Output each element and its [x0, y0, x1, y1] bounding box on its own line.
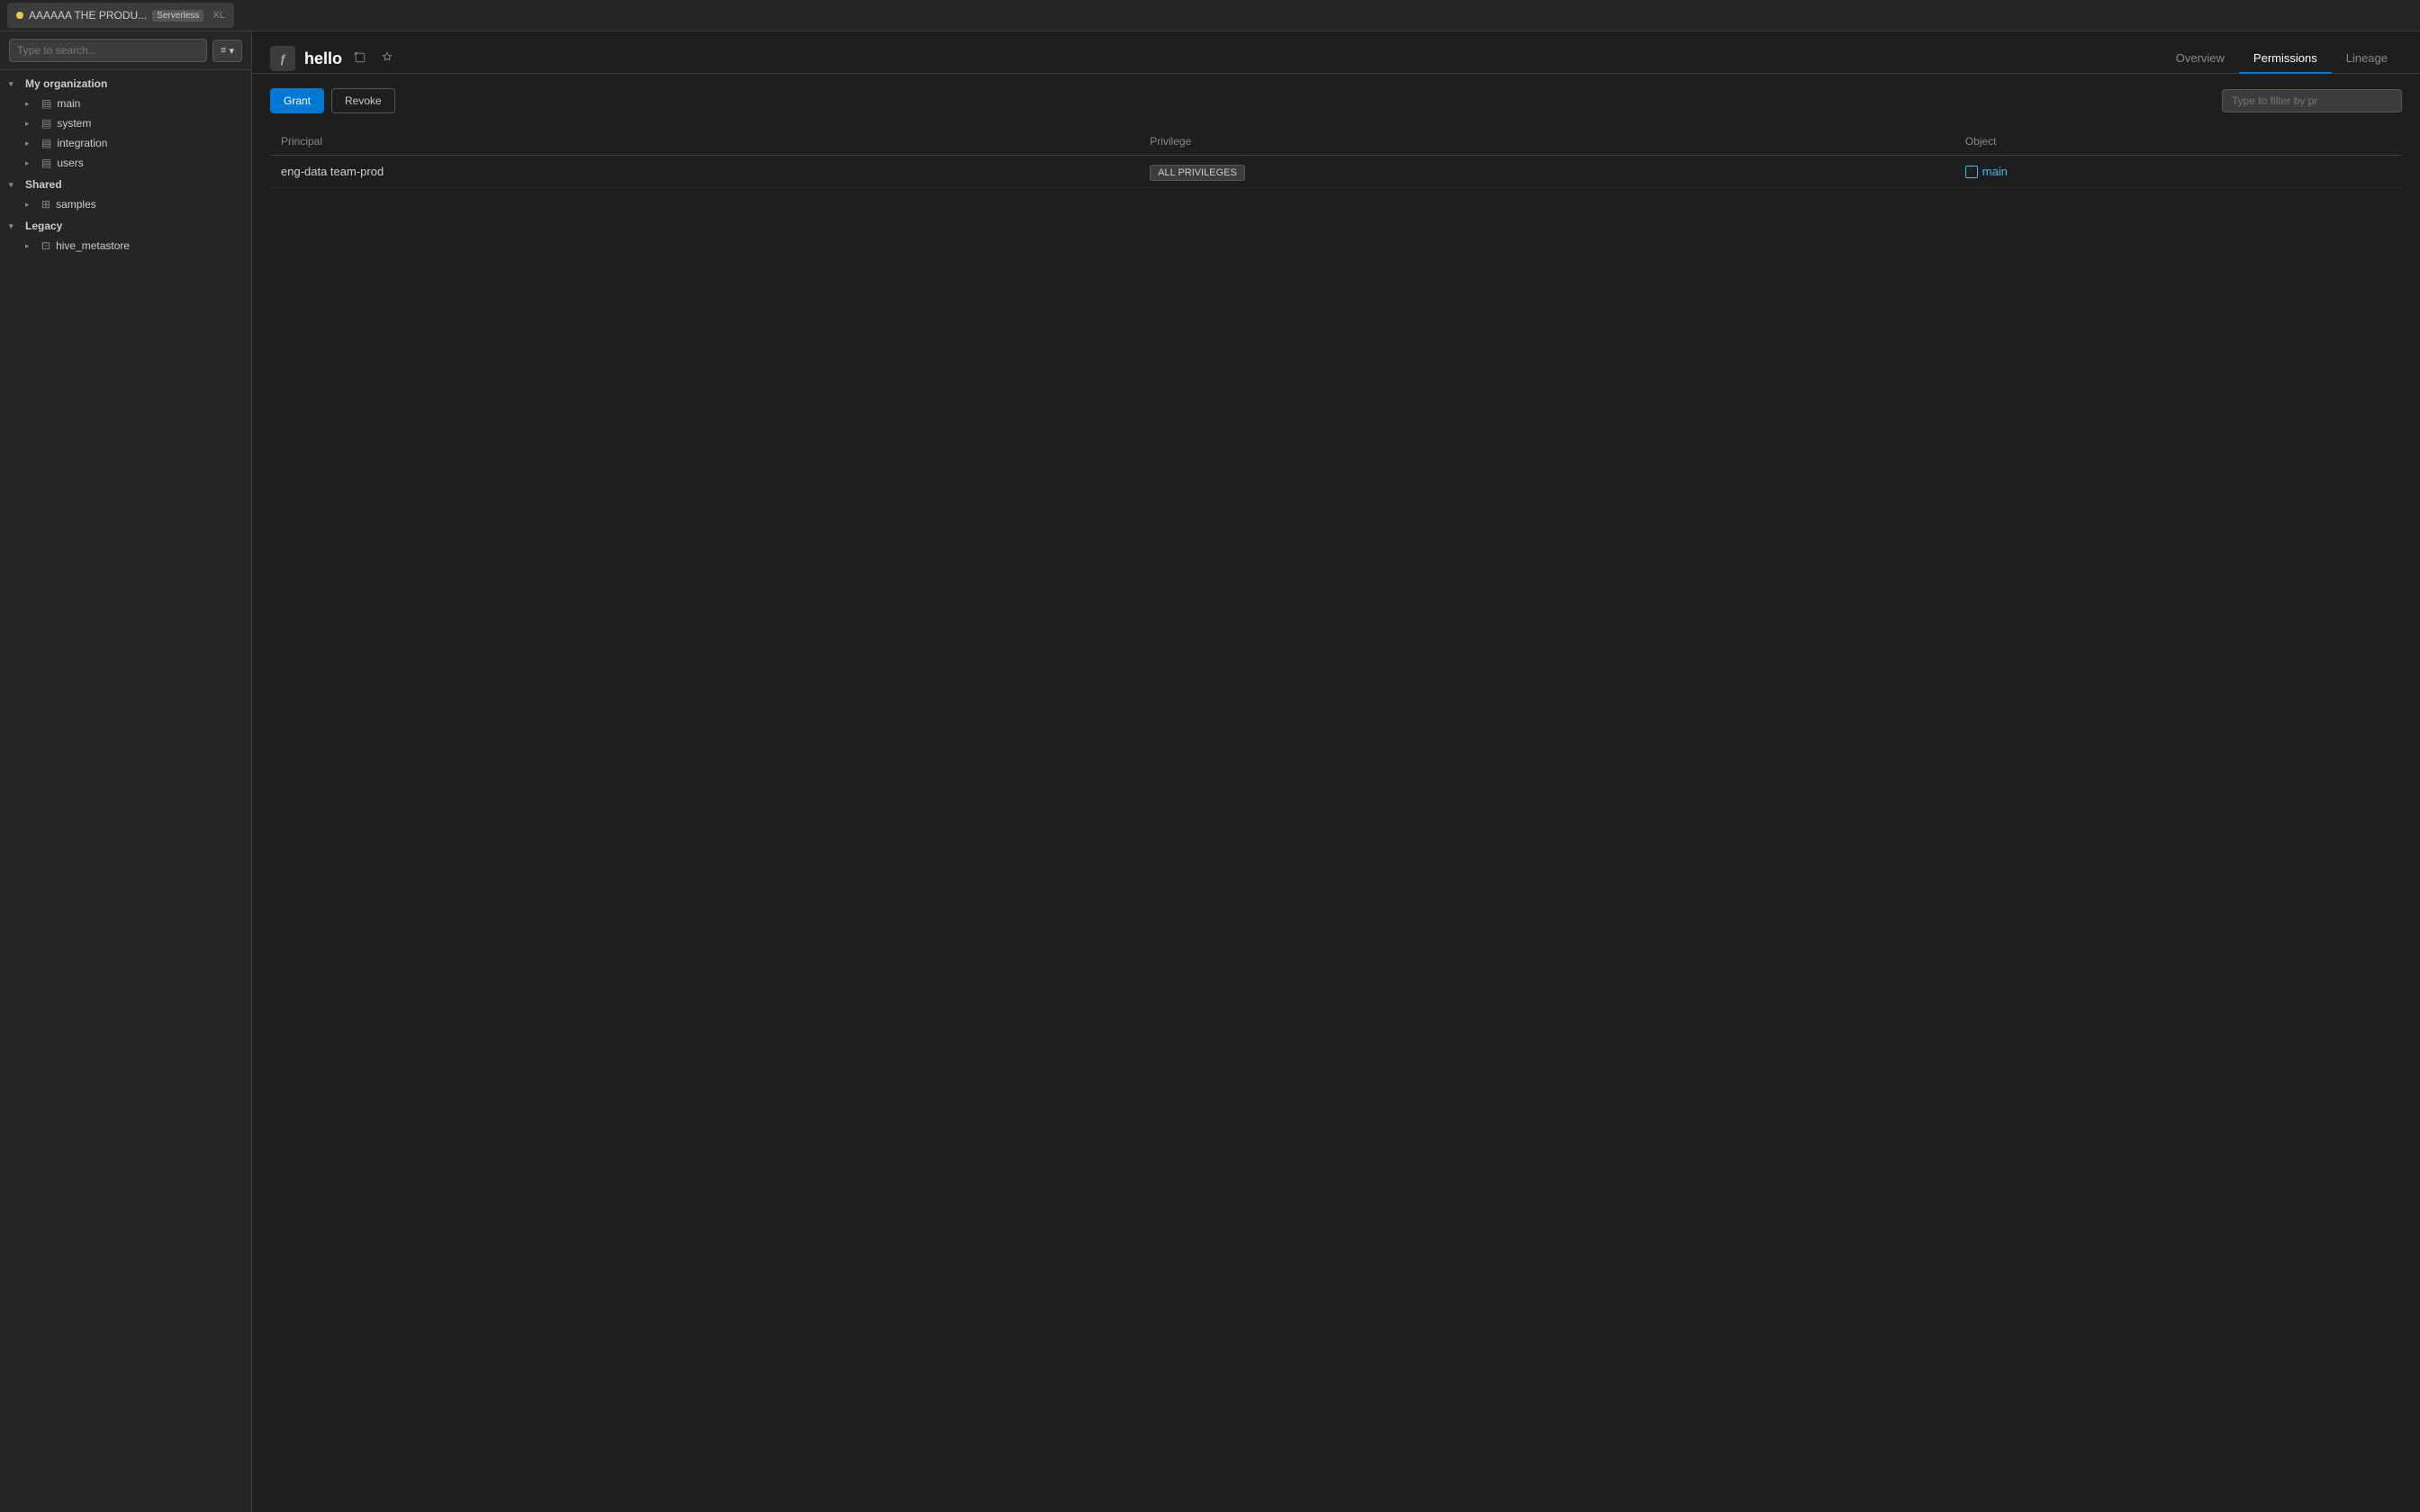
main-layout: ≡ ▾ My organization ▤ main ▤	[0, 32, 2420, 1512]
tree-item-hive-metastore[interactable]: ⊡ hive_metastore	[0, 236, 251, 256]
section-header-legacy[interactable]: Legacy	[0, 216, 251, 236]
chevron-legacy	[9, 221, 20, 231]
col-privilege: Privilege	[1139, 128, 1955, 156]
search-bar: ≡ ▾	[0, 32, 251, 70]
filter-input[interactable]	[2222, 89, 2402, 112]
schema-icon-samples: ⊞	[41, 198, 50, 211]
tree-label-users: users	[57, 157, 83, 169]
page-title: hello	[304, 50, 342, 68]
star-icon[interactable]	[378, 49, 396, 69]
section-my-organization: My organization ▤ main ▤ system ▤ integr…	[0, 74, 251, 173]
tab-bar: AAAAAA THE PRODU... Serverless XL	[0, 0, 2420, 32]
cell-privilege: ALL PRIVILEGES	[1139, 156, 1955, 188]
tab-lineage[interactable]: Lineage	[2332, 44, 2402, 74]
sidebar: ≡ ▾ My organization ▤ main ▤	[0, 32, 252, 1512]
col-object: Object	[1955, 128, 2402, 156]
chevron-integration	[25, 139, 36, 148]
tab-overview[interactable]: Overview	[2162, 44, 2239, 74]
cell-principal: eng-data team-prod	[270, 156, 1139, 188]
tab-close-1[interactable]: XL	[212, 10, 224, 21]
tab-permissions[interactable]: Permissions	[2239, 44, 2332, 74]
permissions-table: Principal Privilege Object eng-data team…	[270, 128, 2402, 188]
copy-icon[interactable]	[351, 49, 369, 69]
permissions-content: Grant Revoke Principal Privilege Object	[252, 74, 2420, 1512]
chevron-samples	[25, 200, 36, 210]
revoke-button[interactable]: Revoke	[331, 88, 395, 113]
chevron-shared	[9, 180, 20, 190]
section-label-legacy: Legacy	[25, 220, 62, 232]
chevron-my-org	[9, 79, 20, 89]
section-label-my-organization: My organization	[25, 77, 107, 90]
object-link[interactable]: main	[1965, 165, 2391, 178]
search-input[interactable]	[9, 39, 207, 62]
section-header-shared[interactable]: Shared	[0, 175, 251, 194]
chevron-system	[25, 119, 36, 129]
table-header-row: Principal Privilege Object	[270, 128, 2402, 156]
tab-label-1: AAAAAA THE PRODU...	[29, 9, 147, 22]
function-icon: ƒ	[270, 46, 295, 71]
chevron-users	[25, 158, 36, 168]
chevron-hive	[25, 241, 36, 251]
tab-dot	[16, 12, 23, 19]
sidebar-tree: My organization ▤ main ▤ system ▤ integr…	[0, 70, 251, 1512]
tree-label-integration: integration	[57, 137, 107, 149]
cell-object: main	[1955, 156, 2402, 188]
section-shared: Shared ⊞ samples	[0, 175, 251, 214]
grant-button[interactable]: Grant	[270, 88, 324, 113]
tree-label-hive-metastore: hive_metastore	[56, 239, 130, 252]
tree-label-main: main	[57, 97, 80, 110]
section-header-my-organization[interactable]: My organization	[0, 74, 251, 94]
chevron-main	[25, 99, 36, 109]
filter-icon: ≡	[221, 45, 226, 56]
privilege-badge: ALL PRIVILEGES	[1150, 165, 1245, 181]
tree-item-samples[interactable]: ⊞ samples	[0, 194, 251, 214]
tree-item-users[interactable]: ▤ users	[0, 153, 251, 173]
section-label-shared: Shared	[25, 178, 62, 191]
tree-item-integration[interactable]: ▤ integration	[0, 133, 251, 153]
table-row: eng-data team-prod ALL PRIVILEGES main	[270, 156, 2402, 188]
tab-badge-1: Serverless	[152, 10, 203, 22]
tree-label-samples: samples	[56, 198, 96, 211]
schema-icon-integration: ▤	[41, 137, 51, 149]
tab-item-1[interactable]: AAAAAA THE PRODU... Serverless XL	[7, 3, 234, 28]
schema-icon-system: ▤	[41, 117, 51, 130]
permissions-toolbar: Grant Revoke	[270, 88, 2402, 113]
filter-input-wrap	[2222, 89, 2402, 112]
content-header: ƒ hello Overview Permissions Lineage	[252, 32, 2420, 74]
schema-icon-main: ▤	[41, 97, 51, 110]
filter-chevron: ▾	[229, 45, 234, 57]
content-area: ƒ hello Overview Permissions Lineage	[252, 32, 2420, 1512]
schema-link-icon	[1965, 166, 1978, 178]
section-legacy: Legacy ⊡ hive_metastore	[0, 216, 251, 256]
nav-tabs: Overview Permissions Lineage	[2135, 44, 2402, 73]
schema-icon-hive: ⊡	[41, 239, 50, 252]
filter-button[interactable]: ≡ ▾	[212, 40, 242, 62]
tree-label-system: system	[57, 117, 91, 130]
schema-icon-users: ▤	[41, 157, 51, 169]
tree-item-main[interactable]: ▤ main	[0, 94, 251, 113]
col-principal: Principal	[270, 128, 1139, 156]
object-name: main	[1982, 165, 2008, 178]
tree-item-system[interactable]: ▤ system	[0, 113, 251, 133]
